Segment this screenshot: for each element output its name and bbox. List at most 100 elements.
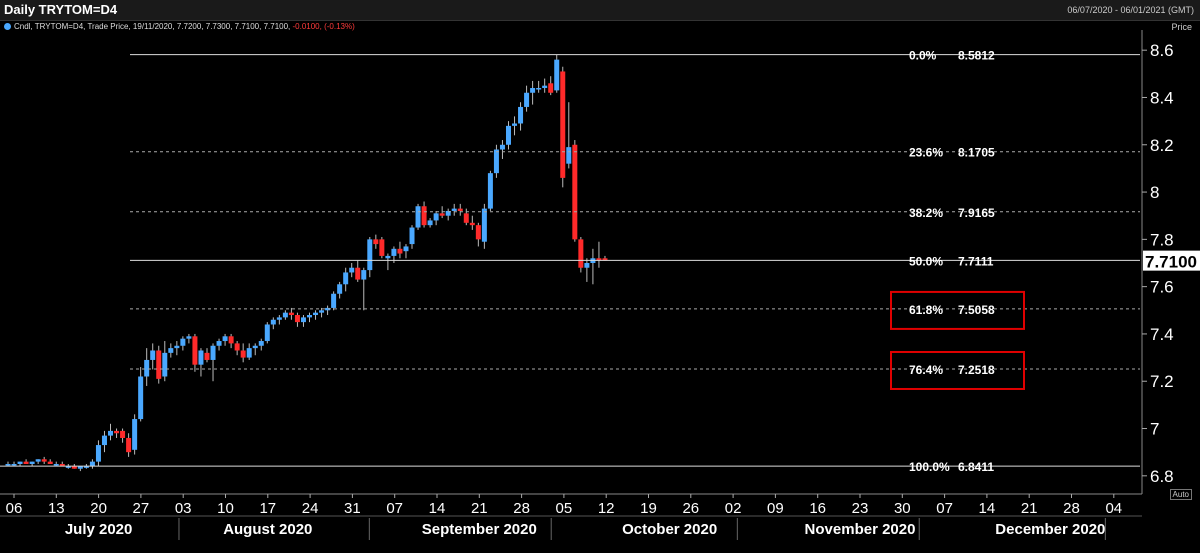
candle-body[interactable] [29,461,35,464]
candle-body[interactable] [198,350,204,365]
candle-body[interactable] [463,213,469,223]
candle-body[interactable] [162,352,168,377]
candle-body[interactable] [53,463,59,466]
x-day-label: 26 [682,500,699,517]
candle-body[interactable] [427,220,433,226]
candle-body[interactable] [180,338,186,346]
candle-body[interactable] [319,310,325,313]
candle-body[interactable] [505,125,511,145]
candle-body[interactable] [71,466,77,469]
candle-body[interactable] [11,463,17,466]
candle-body[interactable] [331,293,337,308]
candle-body[interactable] [234,343,240,351]
candle-body[interactable] [566,147,572,164]
candle-body[interactable] [23,461,29,464]
candle-body[interactable] [192,336,198,365]
candle-body[interactable] [210,345,216,360]
y-tick-label: 8 [1150,183,1159,202]
candle-body[interactable] [536,88,542,90]
candle-body[interactable] [385,255,391,259]
candle-body[interactable] [469,222,475,226]
candle-body[interactable] [228,336,234,344]
candle-body[interactable] [216,341,222,346]
candle-body[interactable] [294,315,300,323]
candle-body[interactable] [554,59,560,91]
candle-body[interactable] [337,284,343,294]
candle-body[interactable] [530,88,536,93]
candle-body[interactable] [288,312,294,316]
candle-body[interactable] [379,239,385,256]
candle-body[interactable] [499,144,505,150]
candle-body[interactable] [373,239,379,245]
candle-body[interactable] [487,173,493,209]
x-day-label: 05 [556,500,573,517]
candle-body[interactable] [101,435,107,446]
candle-body[interactable] [584,263,590,268]
candle-body[interactable] [542,85,548,89]
candle-body[interactable] [47,461,53,464]
candle-body[interactable] [524,92,530,107]
candle-body[interactable] [548,83,554,93]
candle-body[interactable] [156,350,162,379]
candle-body[interactable] [409,227,415,245]
candle-body[interactable] [518,106,524,124]
candle-body[interactable] [493,149,499,174]
candle-body[interactable] [252,345,258,349]
candle-body[interactable] [313,312,319,316]
candle-body[interactable] [132,419,138,450]
candle-body[interactable] [35,459,41,462]
candle-body[interactable] [5,463,11,466]
candle-body[interactable] [276,317,282,320]
candle-body[interactable] [481,208,487,242]
candle-body[interactable] [204,352,210,360]
candle-body[interactable] [300,317,306,323]
candle-body[interactable] [270,319,276,325]
y-tick-label: 7.8 [1150,230,1174,249]
candle-body[interactable] [512,123,518,126]
candle-body[interactable] [150,350,156,360]
candle-body[interactable] [367,239,373,271]
candle-body[interactable] [421,206,427,226]
candle-body[interactable] [439,213,445,216]
auto-scale-button[interactable]: Auto [1169,489,1192,500]
candle-body[interactable] [95,445,101,462]
candle-body[interactable] [349,267,355,273]
candle-body[interactable] [361,270,367,280]
candle-body[interactable] [41,459,47,462]
candle-body[interactable] [174,345,180,349]
x-day-label: 23 [852,500,869,517]
candle-body[interactable] [126,437,132,453]
candle-body[interactable] [258,341,264,346]
candle-body[interactable] [457,208,463,211]
fib-pct-label: 23.6% [909,146,943,160]
candle-body[interactable] [475,225,481,240]
candle-body[interactable] [560,71,566,178]
candle-body[interactable] [433,213,439,221]
candle-body[interactable] [282,312,288,318]
candle-body[interactable] [222,336,228,342]
candle-body[interactable] [144,359,150,377]
candle-body[interactable] [246,348,252,358]
candle-body[interactable] [138,376,144,420]
candle-body[interactable] [264,324,270,342]
candle-body[interactable] [572,144,578,240]
candle-body[interactable] [355,267,361,280]
candle-body[interactable] [240,350,246,358]
candle-body[interactable] [307,315,312,318]
candlestick-chart[interactable]: 0.0% 8.5812 23.6% 8.1705 38.2% 7.9165 50.0% 7.7… [0,0,1200,553]
candle-body[interactable] [120,430,126,438]
candle-body[interactable] [343,272,349,285]
candle-body[interactable] [186,336,192,339]
candle-body[interactable] [108,430,114,436]
candle-body[interactable] [168,348,174,353]
candle-body[interactable] [403,246,409,252]
candle-body[interactable] [397,248,403,254]
candle-body[interactable] [114,430,120,434]
candle-body[interactable] [17,461,23,464]
candle-body[interactable] [391,248,397,256]
candle-body[interactable] [451,208,457,211]
candle-body[interactable] [415,206,421,228]
x-month-label: July 2020 [65,521,133,538]
candle-body[interactable] [77,466,83,469]
candle-body[interactable] [578,239,584,268]
